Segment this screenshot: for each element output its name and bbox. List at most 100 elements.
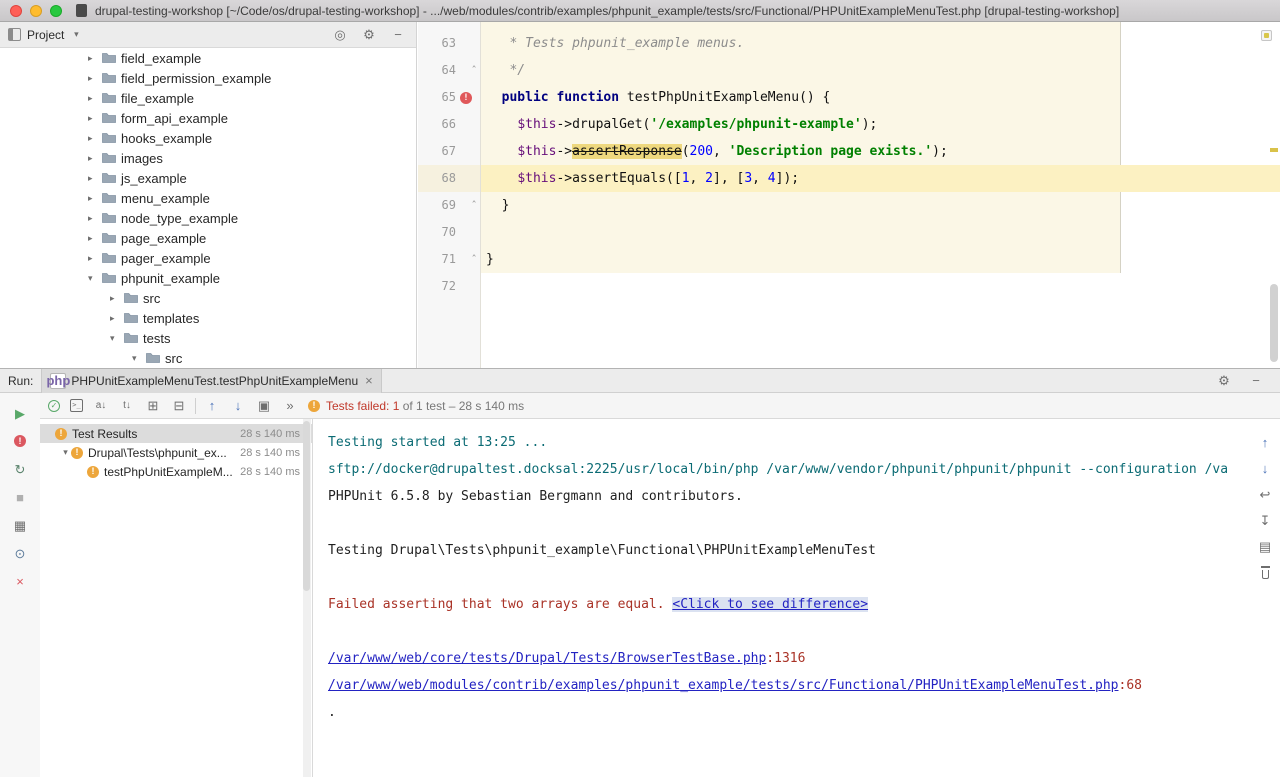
project-tree-item[interactable]: ▸templates: [0, 308, 416, 328]
expand-all-icon[interactable]: ⊞: [145, 398, 161, 414]
gutter-row[interactable]: 72: [418, 273, 480, 300]
console-link[interactable]: /var/www/web/modules/contrib/examples/ph…: [328, 678, 1119, 693]
previous-stack-frame-icon[interactable]: ↑: [1257, 434, 1273, 450]
tree-chevron-icon[interactable]: ▾: [110, 333, 121, 344]
gutter-row[interactable]: 64ˆ: [418, 57, 480, 84]
gutter-row[interactable]: 68: [418, 165, 480, 192]
tree-chevron-icon[interactable]: ▸: [88, 93, 99, 104]
project-tree-item[interactable]: ▸field_example: [0, 48, 416, 68]
gutter-row[interactable]: 65!: [418, 84, 480, 111]
restore-layout-button[interactable]: ▦: [12, 517, 28, 533]
gutter-row[interactable]: 69ˆ: [418, 192, 480, 219]
gutter-row[interactable]: 66: [418, 111, 480, 138]
inspections-widget[interactable]: [1261, 30, 1272, 41]
tree-chevron-icon[interactable]: ▸: [110, 293, 121, 304]
rerun-failed-tests-button[interactable]: !: [14, 435, 26, 447]
gutter-row[interactable]: 67: [418, 138, 480, 165]
warning-stripe-mark[interactable]: [1270, 148, 1278, 152]
run-tab[interactable]: php PHPUnitExampleMenuTest.testPhpUnitEx…: [41, 369, 381, 393]
tree-chevron-icon[interactable]: ▸: [88, 113, 99, 124]
project-tree-item[interactable]: ▸form_api_example: [0, 108, 416, 128]
tree-chevron-icon[interactable]: ▸: [88, 233, 99, 244]
project-tree-item[interactable]: ▾phpunit_example: [0, 268, 416, 288]
console-link[interactable]: <Click to see difference>: [672, 597, 868, 612]
tree-chevron-icon[interactable]: ▸: [88, 73, 99, 84]
code-line[interactable]: [486, 273, 1280, 300]
console-toggle-icon[interactable]: >_: [70, 399, 83, 412]
project-settings-icon[interactable]: ⚙: [361, 27, 377, 43]
tree-chevron-icon[interactable]: ▾: [60, 447, 71, 458]
project-panel-title[interactable]: Project: [27, 28, 64, 42]
gutter-row[interactable]: 71ˆ: [418, 246, 480, 273]
code-line[interactable]: $this->assertResponse(200, 'Description …: [486, 138, 1280, 165]
project-tree-item[interactable]: ▸field_permission_example: [0, 68, 416, 88]
test-tree-row[interactable]: !testPhpUnitExampleM...28 s 140 ms: [40, 462, 312, 481]
print-icon[interactable]: ▤: [1257, 538, 1273, 554]
previous-failed-test-icon[interactable]: ↑: [204, 398, 220, 414]
test-tree-row[interactable]: !Test Results28 s 140 ms: [40, 424, 312, 443]
locate-file-icon[interactable]: ◎: [332, 27, 348, 43]
code-line[interactable]: $this->assertEquals([1, 2], [3, 4]);: [486, 165, 1280, 192]
zoom-window-button[interactable]: [50, 5, 62, 17]
sort-by-duration-icon[interactable]: t↓: [119, 398, 135, 414]
more-toolbar-icon[interactable]: »: [282, 398, 298, 414]
console-link[interactable]: /var/www/web/core/tests/Drupal/Tests/Bro…: [328, 651, 766, 666]
test-tree-scrollbar[interactable]: [303, 419, 311, 777]
next-stack-frame-icon[interactable]: ↓: [1257, 460, 1273, 476]
stop-button[interactable]: ■: [12, 489, 28, 505]
run-settings-icon[interactable]: ⚙: [1216, 373, 1232, 389]
pin-tab-button[interactable]: ⊙: [12, 545, 28, 561]
collapse-all-icon[interactable]: ⊟: [171, 398, 187, 414]
tree-chevron-icon[interactable]: ▾: [88, 273, 99, 284]
close-window-button[interactable]: [10, 5, 22, 17]
hide-project-panel-icon[interactable]: −: [390, 27, 406, 43]
toggle-auto-test-button[interactable]: ↻: [12, 461, 28, 477]
rerun-button[interactable]: ▶: [12, 405, 28, 421]
project-tree-item[interactable]: ▸file_example: [0, 88, 416, 108]
project-tree-item[interactable]: ▾src: [0, 348, 416, 368]
test-history-icon[interactable]: ▣: [256, 398, 272, 414]
project-tree-item[interactable]: ▸src: [0, 288, 416, 308]
gutter-row[interactable]: 63: [418, 30, 480, 57]
fold-marker-icon[interactable]: ˆ: [468, 192, 480, 219]
editor-gutter[interactable]: 6364ˆ65!66676869ˆ7071ˆ72: [418, 22, 481, 368]
soft-wrap-icon[interactable]: ↩: [1257, 486, 1273, 502]
clear-console-icon[interactable]: [1260, 566, 1271, 579]
tree-chevron-icon[interactable]: ▸: [88, 173, 99, 184]
show-passed-icon[interactable]: ✓: [48, 400, 60, 412]
tree-chevron-icon[interactable]: ▸: [88, 53, 99, 64]
project-tree-item[interactable]: ▸images: [0, 148, 416, 168]
project-tree-item[interactable]: ▸page_example: [0, 228, 416, 248]
tree-chevron-icon[interactable]: ▸: [88, 153, 99, 164]
test-console[interactable]: Testing started at 13:25 ...sftp://docke…: [314, 419, 1250, 777]
project-title-caret-icon[interactable]: ▾: [68, 27, 84, 43]
sort-alphabetically-icon[interactable]: a↓: [93, 398, 109, 414]
code-line[interactable]: }: [486, 192, 1280, 219]
project-tree-item[interactable]: ▸node_type_example: [0, 208, 416, 228]
code-line[interactable]: [486, 219, 1280, 246]
next-failed-test-icon[interactable]: ↓: [230, 398, 246, 414]
hide-run-panel-icon[interactable]: −: [1248, 373, 1264, 389]
failed-test-gutter-icon[interactable]: !: [460, 92, 472, 104]
minimize-window-button[interactable]: [30, 5, 42, 17]
code-line[interactable]: * Tests phpunit_example menus.: [486, 30, 1280, 57]
code-line[interactable]: }: [486, 246, 1280, 273]
tree-chevron-icon[interactable]: ▸: [88, 193, 99, 204]
project-tree-item[interactable]: ▾tests: [0, 328, 416, 348]
project-tree-item[interactable]: ▸hooks_example: [0, 128, 416, 148]
gutter-row[interactable]: 70: [418, 219, 480, 246]
scroll-to-end-icon[interactable]: ↧: [1257, 512, 1273, 528]
tree-chevron-icon[interactable]: ▸: [110, 313, 121, 324]
close-tab-icon[interactable]: ×: [365, 374, 373, 387]
project-tree-item[interactable]: ▸pager_example: [0, 248, 416, 268]
tree-chevron-icon[interactable]: ▸: [88, 133, 99, 144]
close-run-button[interactable]: ×: [12, 573, 28, 589]
editor[interactable]: 6364ˆ65!66676869ˆ7071ˆ72 * Tests phpunit…: [418, 22, 1280, 368]
code-line[interactable]: */: [486, 57, 1280, 84]
fold-marker-icon[interactable]: ˆ: [468, 57, 480, 84]
fold-marker-icon[interactable]: ˆ: [468, 246, 480, 273]
code-area[interactable]: * Tests phpunit_example menus. */ public…: [482, 22, 1280, 300]
tree-chevron-icon[interactable]: ▸: [88, 213, 99, 224]
code-line[interactable]: $this->drupalGet('/examples/phpunit-exam…: [486, 111, 1280, 138]
code-line[interactable]: public function testPhpUnitExampleMenu()…: [486, 84, 1280, 111]
